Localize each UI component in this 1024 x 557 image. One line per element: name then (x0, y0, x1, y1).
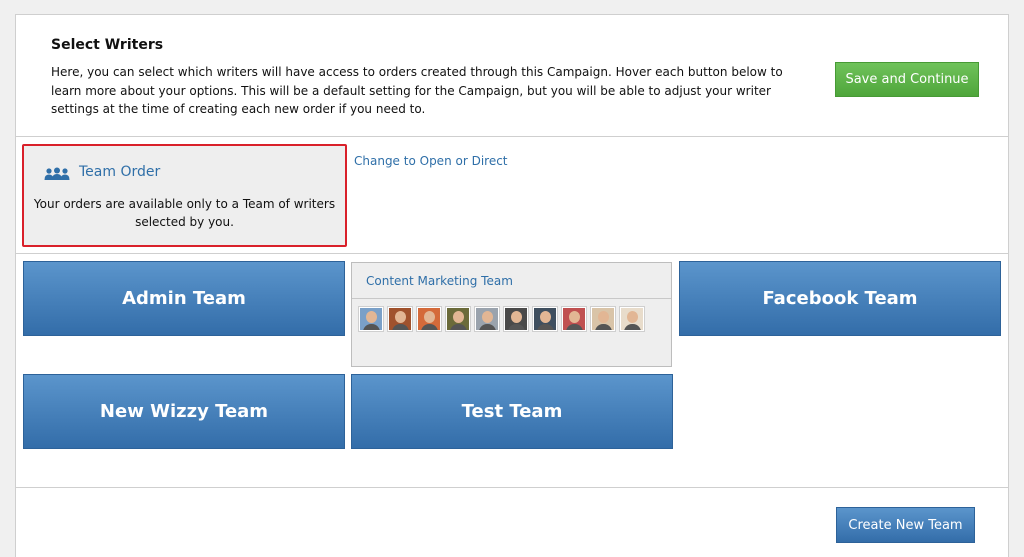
team-button-test[interactable]: Test Team (351, 374, 673, 449)
team-icon (44, 166, 70, 180)
team-order-label: Team Order (79, 164, 161, 180)
page-description: Here, you can select which writers will … (51, 65, 783, 116)
team-button-new-wizzy[interactable]: New Wizzy Team (23, 374, 345, 449)
avatar (359, 307, 383, 331)
divider (16, 253, 1008, 254)
team-button-admin[interactable]: Admin Team (23, 261, 345, 336)
avatar (562, 307, 586, 331)
team-order-description: Your orders are available only to a Team… (33, 197, 336, 229)
save-and-continue-button[interactable]: Save and Continue (835, 62, 979, 97)
team-card-title: Content Marketing Team (352, 263, 671, 299)
select-writers-panel: Select Writers Here, you can select whic… (15, 14, 1009, 557)
team-card-content-marketing[interactable]: Content Marketing Team (351, 262, 672, 367)
divider (16, 136, 1008, 137)
avatar (533, 307, 557, 331)
create-new-team-button[interactable]: Create New Team (836, 507, 975, 543)
change-to-open-or-direct-link[interactable]: Change to Open or Direct (354, 154, 508, 168)
avatar (475, 307, 499, 331)
avatar (591, 307, 615, 331)
team-order-option[interactable]: Team Order Your orders are available onl… (22, 144, 347, 247)
avatar (417, 307, 441, 331)
divider (16, 487, 1008, 488)
page-title: Select Writers (51, 37, 164, 53)
avatar (446, 307, 470, 331)
team-member-avatars (359, 307, 644, 331)
avatar (388, 307, 412, 331)
avatar (504, 307, 528, 331)
avatar (620, 307, 644, 331)
team-button-facebook[interactable]: Facebook Team (679, 261, 1001, 336)
